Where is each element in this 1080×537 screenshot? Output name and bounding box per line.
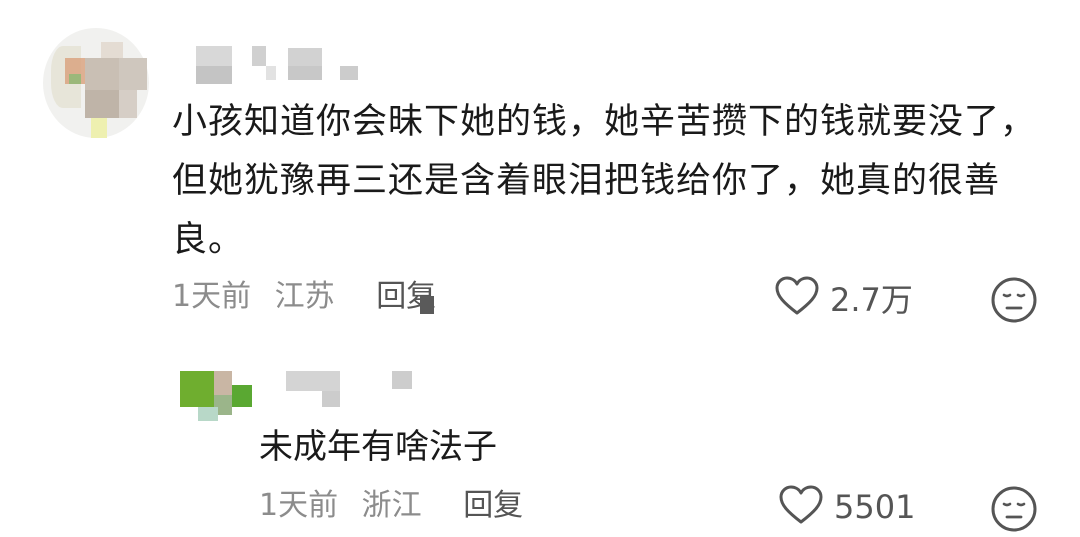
neutral-face-icon[interactable]: [990, 276, 1038, 328]
reply-item: 未成年有啥法子 1天前 浙江 回复 5501: [0, 345, 1080, 532]
comment-text: 小孩知道你会昧下她的钱，她辛苦攒下的钱就要没了，但她犹豫再三还是含着眼泪把钱给你…: [172, 102, 1037, 260]
comment-time: 1天前: [172, 279, 252, 314]
avatar[interactable]: [180, 371, 255, 421]
reply-text: 未成年有啥法子: [259, 427, 497, 467]
comment-meta: 1天前 江苏 回复: [172, 276, 436, 318]
heart-outline-icon: [774, 275, 820, 321]
heart-outline-icon: [778, 484, 824, 530]
like-button[interactable]: 2.7万: [774, 274, 913, 322]
avatar[interactable]: [43, 28, 149, 138]
comment-item: 小孩知道你会昧下她的钱，她辛苦攒下的钱就要没了，但她犹豫再三还是含着眼泪把钱给你…: [0, 0, 1080, 345]
reply-button[interactable]: 回复: [463, 485, 523, 527]
like-count: 2.7万: [830, 281, 913, 319]
like-count: 5501: [834, 488, 916, 526]
reply-label: 回复: [463, 488, 524, 523]
username-redacted[interactable]: [286, 371, 416, 407]
reply-button[interactable]: 回复: [376, 276, 436, 318]
reply-time: 1天前: [259, 488, 339, 523]
username-redacted[interactable]: [196, 46, 366, 84]
comment-region: 江苏: [274, 279, 335, 314]
reply-region: 浙江: [361, 488, 422, 523]
reply-meta: 1天前 浙江 回复: [259, 485, 523, 527]
neutral-face-icon[interactable]: [990, 485, 1038, 537]
like-button[interactable]: 5501: [778, 483, 915, 531]
